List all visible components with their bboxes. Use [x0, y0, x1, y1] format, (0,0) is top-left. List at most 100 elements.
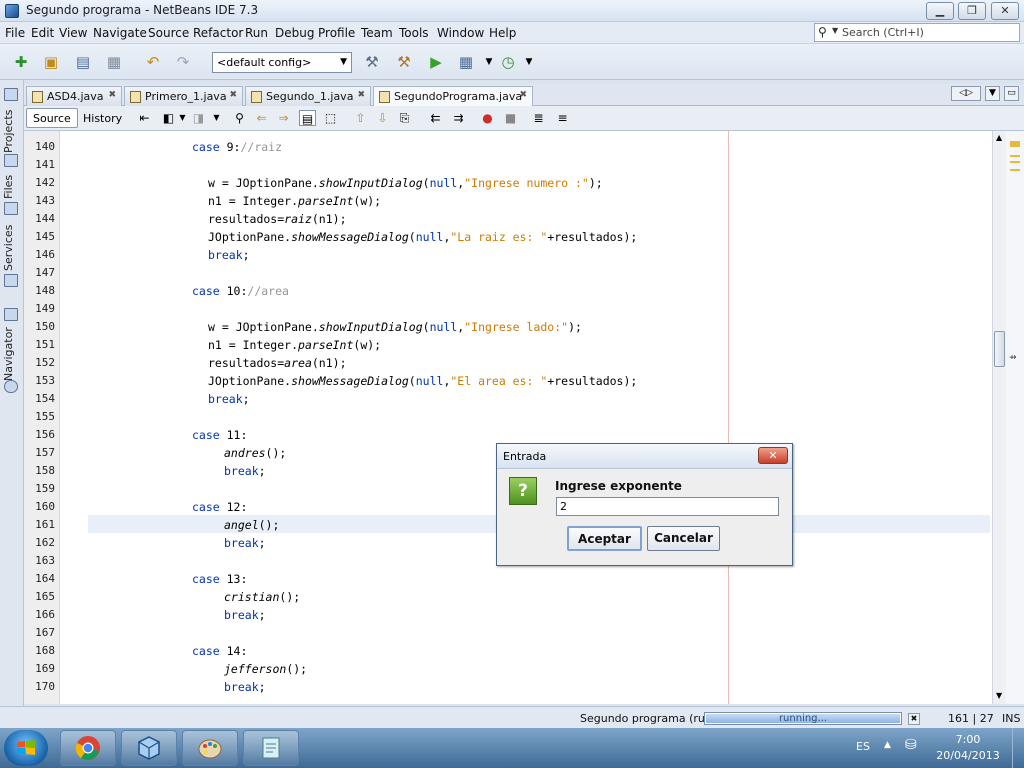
back-dropdown-icon[interactable]: ▼ [174, 110, 191, 126]
code-line[interactable]: resultados=raiz(n1); [208, 210, 347, 228]
save-all-icon[interactable]: ▦ [103, 51, 125, 73]
maximize-button[interactable]: ❐ [958, 2, 986, 20]
dialog-close-button[interactable]: ✕ [758, 447, 788, 464]
menu-file[interactable]: File [5, 26, 25, 40]
side-tab-files[interactable]: Files [2, 172, 22, 202]
toggle-rect-select-icon[interactable]: ⬚ [322, 110, 339, 126]
previous-bookmark-icon[interactable]: ⇧ [352, 110, 369, 126]
source-view-button[interactable]: Source [26, 108, 78, 128]
tab-segundo-1[interactable]: Segundo_1.java ✖ [245, 86, 371, 106]
code-line[interactable]: break; [208, 246, 250, 264]
shift-left-icon[interactable]: ⇇ [427, 110, 444, 126]
profile-icon[interactable]: ◷ [497, 51, 519, 73]
error-stripe-mark[interactable] [1010, 155, 1020, 157]
dialog-text-field[interactable]: 2 [556, 497, 779, 516]
new-project-icon[interactable]: ▣ [40, 51, 62, 73]
cancel-task-icon[interactable]: ✖ [908, 713, 920, 725]
tab-primero-1[interactable]: Primero_1.java ✖ [124, 86, 243, 106]
close-tab-icon[interactable]: ✖ [108, 90, 116, 100]
start-button[interactable] [4, 730, 48, 766]
notepad-taskbar-button[interactable] [243, 730, 299, 766]
close-tab-icon[interactable]: ✖ [519, 90, 527, 100]
configuration-select[interactable]: <default config> ▼ [212, 52, 352, 73]
paint-taskbar-button[interactable] [182, 730, 238, 766]
toggle-bookmark-icon[interactable]: ⎘ [396, 110, 413, 126]
clean-build-icon[interactable]: ⚒ [393, 51, 415, 73]
close-window-button[interactable]: ✕ [991, 2, 1019, 20]
menu-edit[interactable]: Edit [31, 26, 54, 40]
code-line[interactable]: resultados=area(n1); [208, 354, 347, 372]
tab-list-dropdown-icon[interactable]: ▼ [985, 86, 1000, 101]
scroll-thumb[interactable] [994, 331, 1005, 367]
undo-icon[interactable]: ↶ [142, 51, 164, 73]
accept-button[interactable]: Aceptar [567, 526, 642, 551]
show-hidden-icons-icon[interactable]: ▲ [884, 740, 891, 750]
new-file-icon[interactable]: ✚ [10, 51, 32, 73]
code-line[interactable]: cristian(); [224, 588, 300, 606]
forward-dropdown-icon[interactable]: ▼ [208, 110, 225, 126]
code-editor[interactable]: 140 141 142 143 144 145 146 147 148 149 150 151 152 1… [24, 131, 992, 704]
shift-right-icon[interactable]: ⇉ [450, 110, 467, 126]
menu-run[interactable]: Run [245, 26, 268, 40]
minimize-button[interactable]: ▁ [926, 2, 954, 20]
record-macro-icon[interactable]: ● [479, 110, 496, 126]
uncomment-icon[interactable]: ≡ [554, 110, 571, 126]
profile-dropdown-icon[interactable]: ▼ [518, 51, 540, 73]
code-line[interactable]: angel(); [224, 516, 279, 534]
error-stripe-mark[interactable] [1010, 169, 1020, 171]
menu-debug[interactable]: Debug [275, 26, 314, 40]
code-line[interactable]: andres(); [224, 444, 286, 462]
close-tab-icon[interactable]: ✖ [357, 90, 365, 100]
redo-icon[interactable]: ↷ [172, 51, 194, 73]
code-line[interactable]: JOptionPane.showMessageDialog(null,"La r… [208, 228, 637, 246]
menu-team[interactable]: Team [361, 26, 393, 40]
code-line[interactable]: case 12: [192, 498, 247, 516]
search-dropdown-icon[interactable]: ▼ [832, 26, 838, 35]
editor-scrollbar[interactable]: ▲ ▼ [992, 131, 1006, 704]
tab-asd4[interactable]: ASD4.java ✖ [26, 86, 122, 106]
find-icon[interactable]: ⚲ [231, 110, 248, 126]
code-line[interactable]: jefferson(); [224, 660, 307, 678]
code-line[interactable]: case 9://raiz [192, 138, 282, 156]
find-previous-icon[interactable]: ⇐ [253, 110, 270, 126]
show-desktop-button[interactable] [1012, 728, 1024, 768]
side-tab-projects[interactable]: Projects [2, 106, 22, 156]
netbeans-taskbar-button[interactable] [121, 730, 177, 766]
tab-segundoprograma[interactable]: SegundoPrograma.java ✖ [373, 86, 533, 107]
error-stripe-mark[interactable] [1010, 161, 1020, 163]
scroll-down-icon[interactable]: ▼ [996, 691, 1002, 700]
code-line[interactable]: break; [224, 462, 266, 480]
menu-profile[interactable]: Profile [318, 26, 355, 40]
debug-icon[interactable]: ▦ [455, 51, 477, 73]
menu-source[interactable]: Source [148, 26, 189, 40]
code-line[interactable]: case 10://area [192, 282, 289, 300]
code-line[interactable]: case 14: [192, 642, 247, 660]
code-line[interactable]: break; [208, 390, 250, 408]
code-line[interactable]: n1 = Integer.parseInt(w); [208, 192, 381, 210]
cancel-button[interactable]: Cancelar [647, 526, 720, 551]
scroll-up-icon[interactable]: ▲ [996, 133, 1002, 142]
language-indicator[interactable]: ES [856, 740, 870, 753]
last-edit-icon[interactable]: ⇤ [136, 110, 153, 126]
menu-help[interactable]: Help [489, 26, 516, 40]
side-tab-navigator[interactable]: Navigator [2, 326, 22, 382]
forward-icon[interactable]: ◨ [190, 110, 207, 126]
chrome-taskbar-button[interactable] [60, 730, 116, 766]
stop-macro-icon[interactable]: ■ [502, 110, 519, 126]
code-line[interactable]: case 11: [192, 426, 247, 444]
run-icon[interactable]: ▶ [425, 51, 447, 73]
code-line[interactable]: JOptionPane.showMessageDialog(null,"El a… [208, 372, 637, 390]
menu-tools[interactable]: Tools [399, 26, 429, 40]
build-hammer-icon[interactable]: ⚒ [361, 51, 383, 73]
code-line[interactable]: break; [224, 534, 266, 552]
code-line[interactable]: case 13: [192, 570, 247, 588]
toggle-highlight-icon[interactable]: ▤ [299, 110, 316, 126]
next-bookmark-icon[interactable]: ⇩ [374, 110, 391, 126]
menu-refactor[interactable]: Refactor [193, 26, 243, 40]
close-tab-icon[interactable]: ✖ [229, 90, 237, 100]
network-icon[interactable]: ⛁ [905, 737, 917, 753]
taskbar-clock[interactable]: 7:00 20/04/2013 [928, 732, 1008, 764]
tab-scroll-icon[interactable]: ◁▷ [951, 86, 981, 101]
code-line[interactable]: n1 = Integer.parseInt(w); [208, 336, 381, 354]
code-line[interactable]: w = JOptionPane.showInputDialog(null,"In… [208, 174, 603, 192]
